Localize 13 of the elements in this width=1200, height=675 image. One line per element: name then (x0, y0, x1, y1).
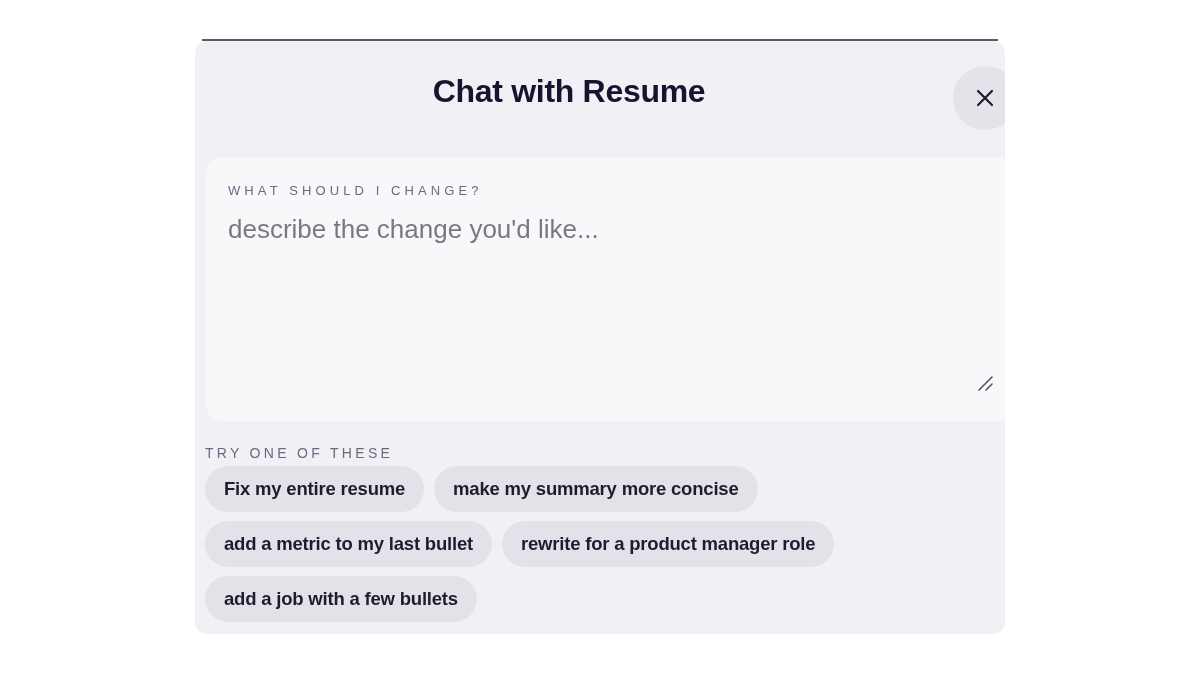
suggestion-chip[interactable]: rewrite for a product manager role (501, 521, 835, 567)
suggestions-heading: TRY ONE OF THESE (205, 444, 395, 462)
suggestion-chip[interactable]: make my summary more concise (434, 466, 758, 512)
suggestion-chip[interactable]: add a metric to my last bullet (205, 521, 492, 567)
close-button[interactable] (953, 66, 1005, 130)
close-icon (976, 89, 994, 107)
field-label: WHAT SHOULD I CHANGE? (228, 183, 484, 199)
resize-grip-icon[interactable] (977, 375, 993, 391)
suggestion-chip[interactable]: Fix my entire resume (205, 466, 425, 512)
prompt-field[interactable]: describe the change you'd like... (228, 212, 968, 402)
dialog-title: Chat with Resume (431, 72, 707, 110)
prompt-box[interactable]: WHAT SHOULD I CHANGE? describe the change you'd like... (206, 157, 1005, 421)
suggestion-chip[interactable]: add a job with a few bullets (205, 576, 477, 622)
